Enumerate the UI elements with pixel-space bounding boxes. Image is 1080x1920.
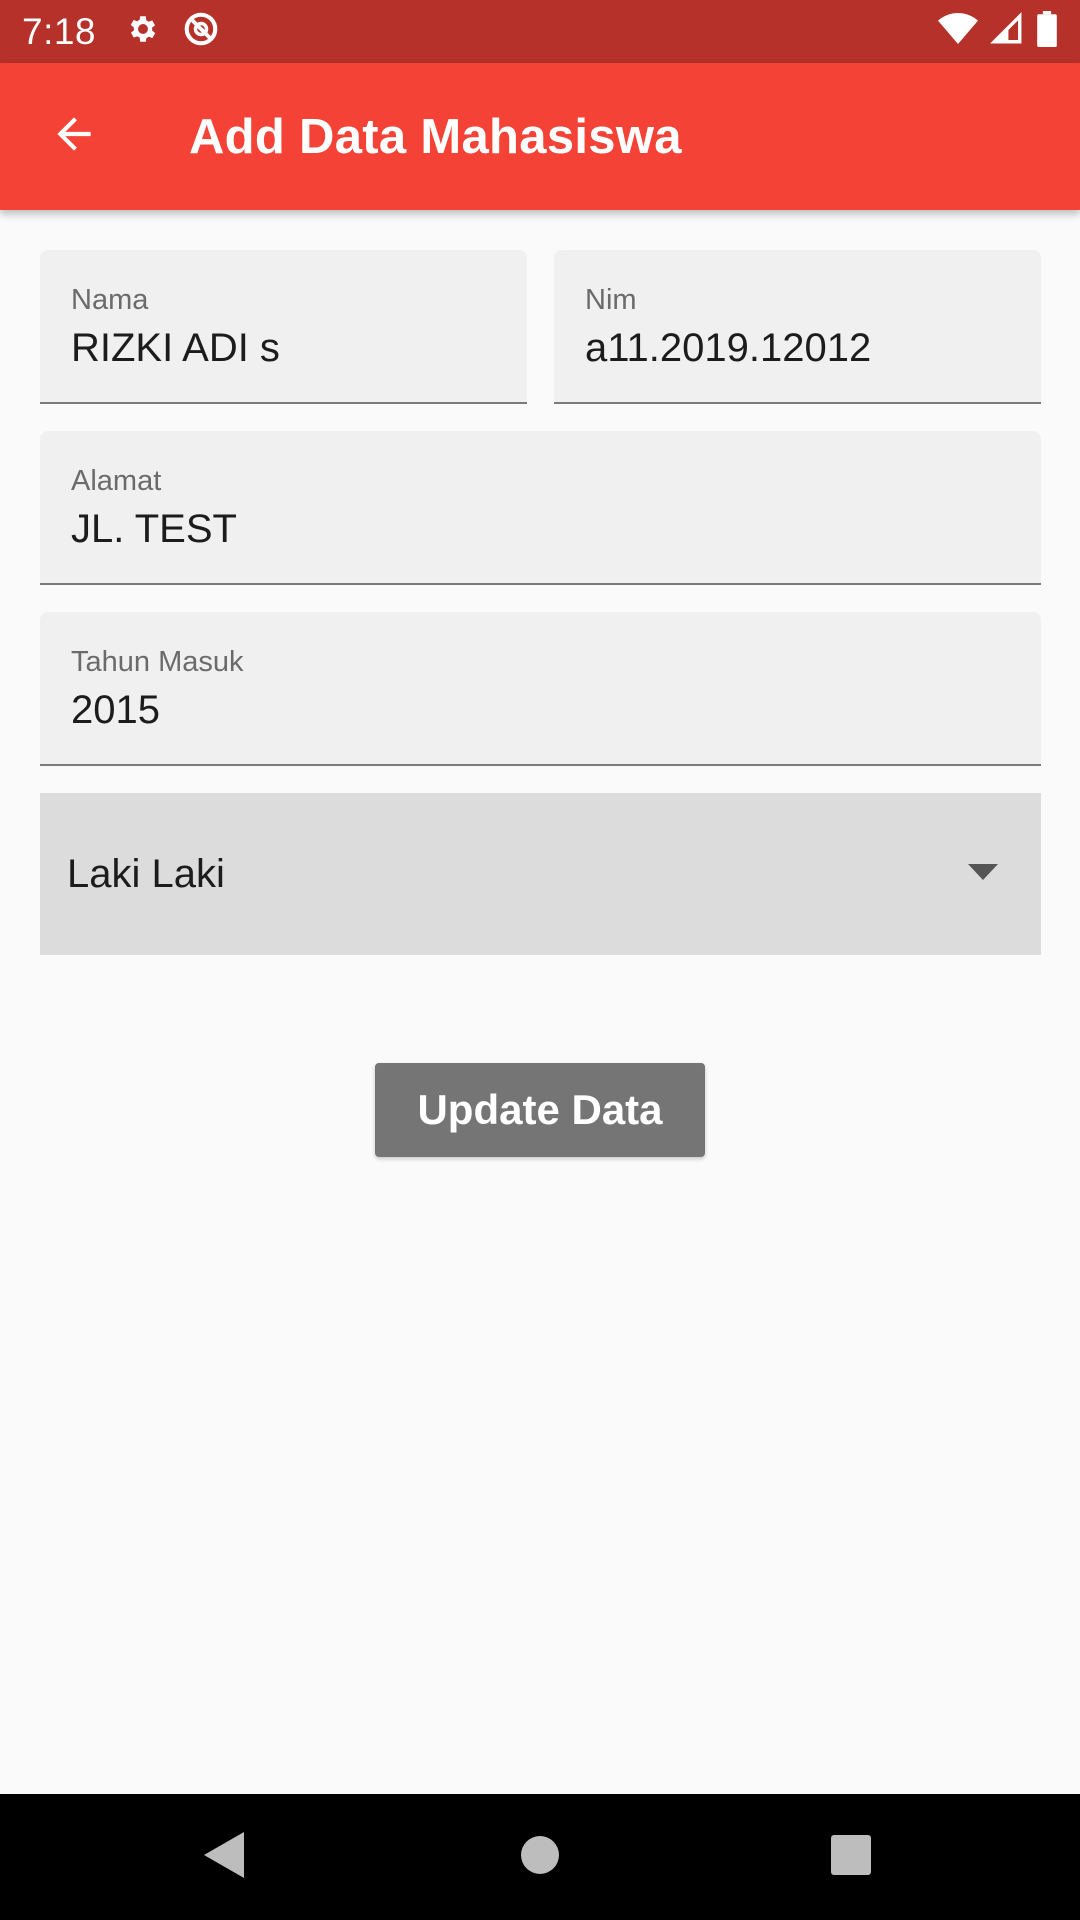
nama-value: RIZKI ADI s: [71, 326, 280, 370]
settings-icon: [126, 12, 160, 51]
nama-label: Nama: [71, 284, 149, 316]
nim-value: a11.2019.12012: [585, 326, 872, 370]
status-time: 7:18: [22, 10, 97, 52]
app-bar: Add Data Mahasiswa: [0, 63, 1080, 210]
back-triangle-icon: [204, 1831, 246, 1883]
gender-dropdown-value: Laki Laki: [67, 851, 225, 896]
recents-square-icon: [831, 1834, 871, 1880]
gender-dropdown[interactable]: Laki Laki: [40, 793, 1041, 955]
status-left-icons: [126, 10, 220, 53]
nim-field[interactable]: Nim a11.2019.12012: [554, 250, 1041, 404]
nav-recents-button[interactable]: [771, 1794, 931, 1920]
back-button[interactable]: [0, 63, 147, 210]
nama-field[interactable]: Nama RIZKI ADI s: [40, 250, 527, 404]
update-data-button-label: Update Data: [417, 1086, 663, 1133]
home-circle-icon: [520, 1835, 560, 1880]
wifi-icon: [938, 12, 978, 51]
battery-icon: [1036, 11, 1058, 52]
system-nav-bar: [0, 1794, 1080, 1920]
notification-app-icon: [182, 10, 220, 53]
status-bar: 7:18: [0, 0, 1080, 63]
alamat-value: JL. TEST: [71, 507, 237, 551]
update-data-button[interactable]: Update Data: [375, 1063, 705, 1157]
nav-back-button[interactable]: [145, 1794, 305, 1920]
arrow-back-icon: [49, 109, 99, 164]
nim-label: Nim: [585, 284, 637, 316]
tahun-masuk-value: 2015: [71, 688, 160, 732]
signal-icon: [990, 12, 1024, 51]
tahun-masuk-field[interactable]: Tahun Masuk 2015: [40, 612, 1041, 766]
nav-home-button[interactable]: [460, 1794, 620, 1920]
status-right-icons: [938, 11, 1058, 52]
tahun-masuk-label: Tahun Masuk: [71, 646, 244, 678]
dropdown-arrow-icon: [968, 863, 998, 885]
alamat-label: Alamat: [71, 465, 162, 497]
page-title: Add Data Mahasiswa: [189, 109, 682, 164]
alamat-field[interactable]: Alamat JL. TEST: [40, 431, 1041, 585]
